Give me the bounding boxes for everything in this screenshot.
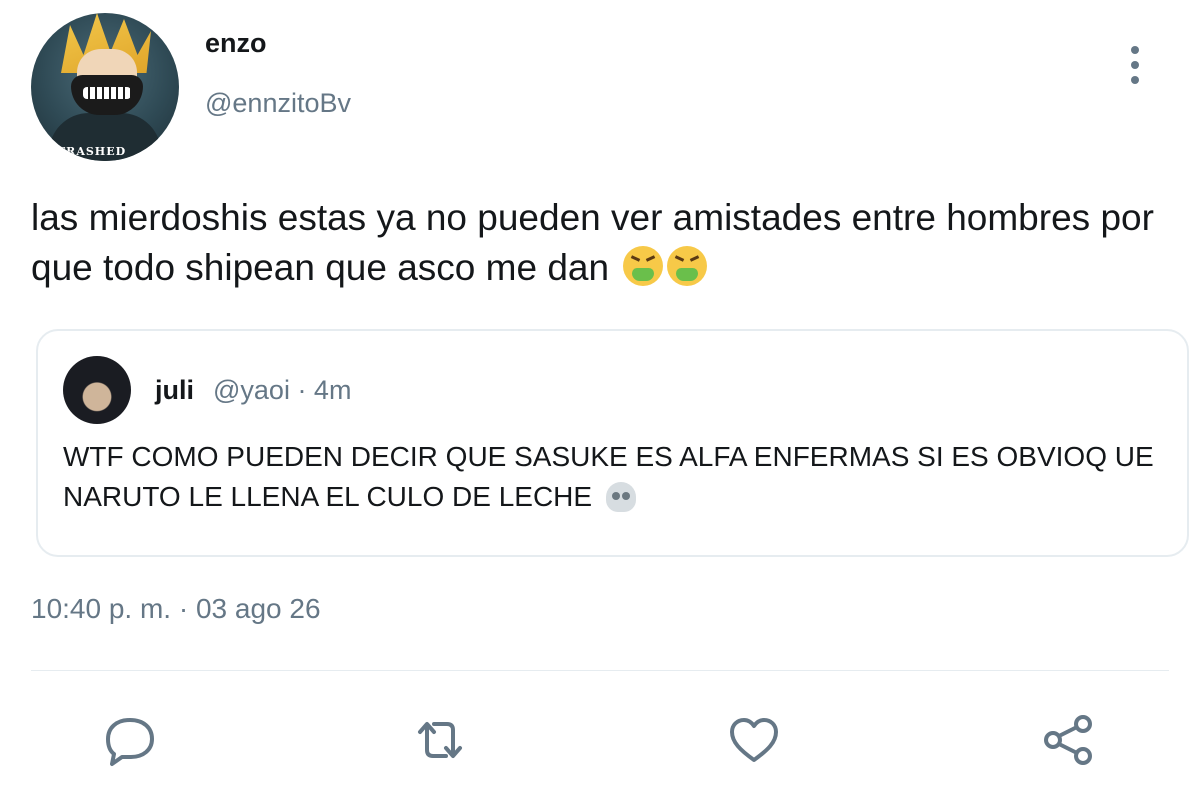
skull-icon [605, 482, 636, 512]
share-icon [1044, 715, 1092, 765]
more-options-icon[interactable] [1120, 40, 1150, 90]
nauseated-face-icon [667, 246, 708, 286]
avatar-teeth [83, 87, 131, 99]
quoted-tweet-card[interactable]: juli @yaoi · 4m WTF COMO PUEDEN DECIR QU… [36, 329, 1189, 557]
author-display-name[interactable]: enzo [205, 28, 267, 59]
tweet-timestamp[interactable]: 10:40 p. m. · 03 ago 26 [31, 593, 321, 625]
author-handle[interactable]: @ennzitoBv [205, 88, 351, 119]
quoted-author-avatar [63, 356, 131, 424]
retweet-icon [418, 722, 462, 758]
reply-icon [106, 718, 154, 766]
tweet-body: las mierdoshis estas ya no pueden ver am… [31, 193, 1171, 293]
quoted-author-name: juli [155, 375, 194, 405]
quoted-tweet-body: WTF COMO PUEDEN DECIR QUE SASUKE ES ALFA… [63, 437, 1163, 517]
tweet-text: las mierdoshis estas ya no pueden ver am… [31, 197, 1154, 288]
quoted-author-meta: @yaoi · 4m [213, 375, 352, 405]
nauseated-face-icon [623, 246, 664, 286]
avatar-tag: TRASHED [57, 145, 127, 158]
author-avatar[interactable]: TRASHED [31, 13, 179, 161]
like-icon [730, 718, 778, 762]
share-button[interactable] [1038, 710, 1098, 770]
like-button[interactable] [724, 710, 784, 770]
divider [31, 670, 1169, 671]
retweet-button[interactable] [410, 710, 470, 770]
reply-button[interactable] [100, 710, 160, 770]
